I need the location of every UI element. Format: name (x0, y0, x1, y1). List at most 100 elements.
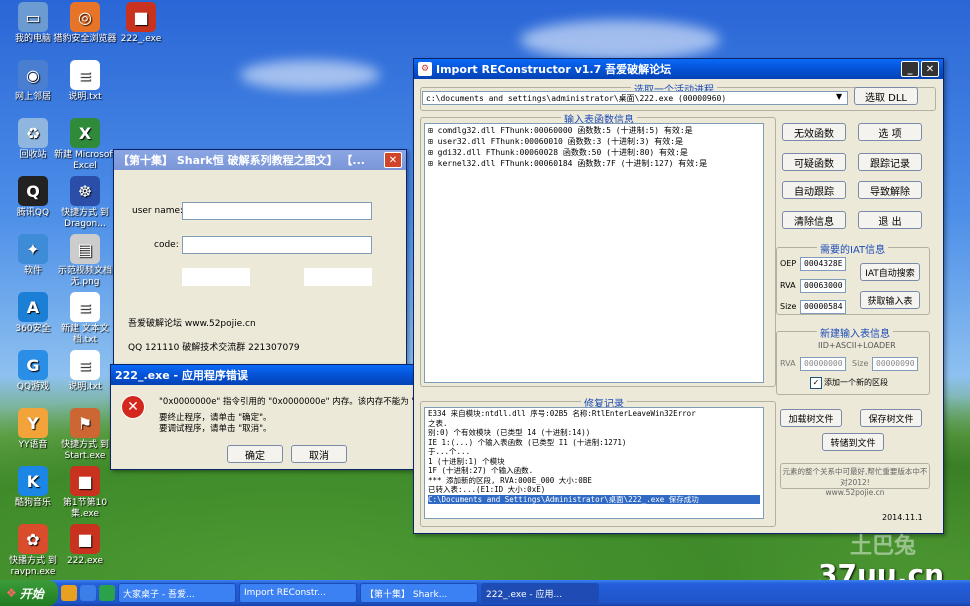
start-button[interactable]: ❖ 开始 (0, 580, 58, 606)
size-input[interactable]: 00000584 (800, 300, 846, 314)
app-icon: ▭ (18, 2, 48, 32)
unresolve-button[interactable]: 导致解除 (858, 181, 922, 199)
qq-line: QQ 121110 破解技术交流群 221307079 (128, 343, 300, 353)
app-icon: K (18, 466, 48, 496)
importrec-window: ⚙ Import REConstructor v1.7 吾爱破解论坛 _ ✕ 选… (413, 58, 944, 534)
log-line-selected[interactable]: C:\Documents and Settings\Administrator\… (428, 494, 760, 504)
imports-tree[interactable]: ⊞ comdlg32.dll FThunk:00060000 函数数:5 (十进… (424, 123, 764, 383)
log-line: 已转入表:...(E1:ID 大小:0xE) (428, 485, 546, 494)
app-icon: ◎ (70, 2, 100, 32)
desktop-icon-label: 快捷方式 到 Start.exe (61, 440, 109, 461)
app-icon: ☸ (70, 176, 100, 206)
app-icon: ✦ (18, 234, 48, 264)
desktop-icon-label: 第1节第10集.exe (62, 498, 108, 519)
new-import-group-label: 新建输入表信息 (817, 325, 893, 340)
auto-trace-button[interactable]: 自动跟踪 (782, 181, 846, 199)
app-icon: ≡ (70, 292, 100, 322)
fix-dump-button[interactable]: 转储到文件 (822, 433, 884, 451)
desktop-icon[interactable]: ≡ 说明.txt (52, 60, 118, 103)
tree-item[interactable]: ⊞ comdlg32.dll FThunk:00060000 函数数:5 (十进… (428, 125, 760, 136)
desktop-icon[interactable]: ☸ 快捷方式 到 Dragon... (52, 176, 118, 230)
ie-icon[interactable] (61, 585, 77, 601)
oep-input[interactable]: 0004328E (800, 257, 846, 271)
app-icon: ≡ (70, 350, 100, 380)
desktop-quicklaunch-icon[interactable] (99, 585, 115, 601)
chevron-down-icon[interactable]: ▼ (836, 92, 842, 101)
app-icon: ■ (70, 524, 100, 554)
new-rva-label: RVA (780, 359, 796, 368)
watermark-brand-cn: 土巴兔 (850, 534, 917, 559)
suspect-functions-button[interactable]: 可疑函数 (782, 153, 846, 171)
site-line: 吾爱破解论坛 www.52pojie.cn (128, 319, 256, 329)
tree-item[interactable]: ⊞ user32.dll FThunk:00060010 函数数:3 (十进制:… (428, 136, 760, 147)
minimize-icon[interactable]: _ (901, 61, 919, 77)
add-section-checkbox[interactable]: ✓ (810, 377, 822, 389)
desktop-icon-label: 新建 文本文档.txt (61, 324, 109, 345)
new-size-label: Size (852, 359, 869, 368)
new-import-sub: IID+ASCII+LOADER (818, 341, 896, 350)
desktop-icon[interactable]: ▤ 示范视频文档 无.png (52, 234, 118, 288)
app-icon: ⚑ (70, 408, 100, 438)
desktop-icon[interactable]: ⚑ 快捷方式 到 Start.exe (52, 408, 118, 462)
invalid-functions-button[interactable]: 无效函数 (782, 123, 846, 141)
app-icon: G (18, 350, 48, 380)
error-titlebar[interactable]: 222_.exe - 应用程序错误 ✕ (111, 365, 457, 385)
desktop-icon-label: 示范视频文档 无.png (57, 266, 112, 287)
register-button[interactable] (182, 268, 250, 286)
desktop-icon[interactable]: ≡ 新建 文本文档.txt (52, 292, 118, 346)
ok-button[interactable]: 确定 (227, 445, 283, 463)
trace-log-button[interactable]: 跟踪记录 (858, 153, 922, 171)
new-size-input[interactable]: 00000090 (872, 357, 918, 371)
task-importrec[interactable]: Import REConstr... (239, 583, 357, 603)
clear-info-button[interactable]: 清除信息 (782, 211, 846, 229)
pick-dll-button[interactable]: 选取 DLL (854, 87, 918, 105)
log-list[interactable]: E334 来自模块:ntdll.dll 序号:02B5 名称:RtlEnterL… (424, 407, 764, 519)
app-icon: ✿ (18, 524, 48, 554)
task-crackme[interactable]: 【第十集】 Shark... (360, 583, 478, 603)
log-line: IE 1:(...) 个输入表函数 (已类型 I1 (十进制:1271) (428, 437, 627, 447)
cancel-button[interactable]: 取消 (291, 445, 347, 463)
user-name-input[interactable] (182, 202, 372, 220)
crackme-title: 【第十集】 Shark恒 破解系列教程之图文】 【... (118, 154, 365, 167)
task-error[interactable]: 222_.exe - 应用... (481, 583, 599, 603)
get-imports-button[interactable]: 获取输入表 (860, 291, 920, 309)
exit-button[interactable] (304, 268, 372, 286)
wallpaper-cloud (240, 60, 380, 90)
iat-autosearch-button[interactable]: IAT自动搜索 (860, 263, 920, 281)
options-button[interactable]: 选 项 (858, 123, 922, 141)
size-label: Size (780, 302, 797, 311)
save-tree-button[interactable]: 保存树文件 (860, 409, 922, 427)
footer-url: www.52pojie.cn (825, 488, 885, 497)
log-line: 之表. (428, 418, 448, 428)
desktop-icon[interactable]: X 新建 Microsoft Excel (52, 118, 118, 172)
error-dialog: 222_.exe - 应用程序错误 ✕ ✕ "0x0000000e" 指令引用的… (110, 364, 458, 470)
new-rva-input[interactable]: 00000000 (800, 357, 846, 371)
log-line: 别:0) 个有效模块 (已类型 14 (十进制:14)) (428, 428, 591, 437)
process-select[interactable]: c:\documents and settings\administrator\… (422, 91, 848, 105)
desktop-icon[interactable]: ■ 222.exe (52, 524, 118, 567)
close-icon[interactable]: ✕ (384, 152, 402, 168)
error-message: "0x0000000e" 指令引用的 "0x0000000e" 内存。该内存不能… (159, 397, 447, 407)
importrec-titlebar[interactable]: ⚙ Import REConstructor v1.7 吾爱破解论坛 _ ✕ (414, 59, 943, 79)
log-line: 1F (十进制:27) 个输入函数. (428, 466, 534, 475)
exit-button[interactable]: 退 出 (858, 211, 922, 229)
close-icon[interactable]: ✕ (921, 61, 939, 77)
code-input[interactable] (182, 236, 372, 254)
app-icon: X (70, 118, 100, 148)
code-label: code: (154, 240, 179, 250)
rva-input[interactable]: 00063000 (800, 279, 846, 293)
desktop-icon-label: 新建 Microsoft Excel (54, 150, 116, 171)
load-tree-button[interactable]: 加载树文件 (780, 409, 842, 427)
tree-item[interactable]: ⊞ gdi32.dll FThunk:00060028 函数数:50 (十进制:… (428, 147, 760, 158)
crackme-titlebar[interactable]: 【第十集】 Shark恒 破解系列教程之图文】 【... ✕ (114, 150, 406, 170)
task-folder[interactable]: 大家桌子 - 吾爱... (118, 583, 236, 603)
importrec-title: Import REConstructor v1.7 吾爱破解论坛 (436, 63, 672, 76)
add-section-label: 添加一个新的区段 (824, 378, 888, 387)
app-icon: ■ (126, 2, 156, 32)
qq-quicklaunch-icon[interactable] (80, 585, 96, 601)
app-icon: Q (18, 176, 48, 206)
desktop-icon[interactable]: ■ 222_.exe (108, 2, 174, 45)
desktop-icon[interactable]: ≡ 说明.txt (52, 350, 118, 393)
tree-item[interactable]: ⊞ kernel32.dll FThunk:00060184 函数数:7F (十… (428, 158, 760, 169)
desktop-icon[interactable]: ■ 第1节第10集.exe (52, 466, 118, 520)
